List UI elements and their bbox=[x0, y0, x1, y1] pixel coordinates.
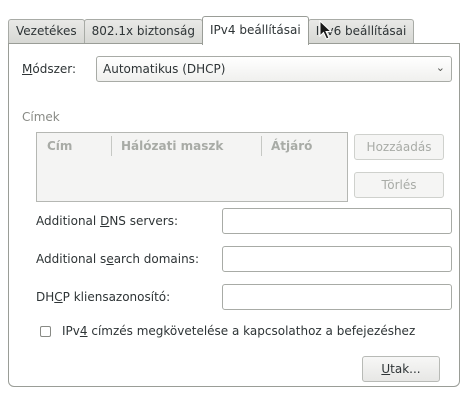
require-ipv4-label[interactable]: IPv4 címzés megkövetelése a kapcsolathoz… bbox=[62, 324, 415, 338]
search-domains-input[interactable] bbox=[222, 246, 452, 272]
method-combobox[interactable]: Automatikus (DHCP) ⌄ bbox=[96, 56, 452, 82]
tab-wired[interactable]: Vezetékes bbox=[8, 19, 85, 44]
column-gateway[interactable]: Átjáró bbox=[271, 139, 312, 153]
require-ipv4-checkbox[interactable] bbox=[40, 326, 51, 337]
column-netmask[interactable]: Hálózati maszk bbox=[121, 139, 223, 153]
dns-servers-input[interactable] bbox=[222, 208, 452, 234]
mouse-pointer-icon bbox=[319, 20, 333, 40]
routes-button[interactable]: Utak... bbox=[362, 356, 440, 382]
tab-8021x-security[interactable]: 802.1x biztonság bbox=[83, 19, 203, 44]
dns-servers-label: Additional DNS servers: bbox=[36, 214, 179, 228]
search-domains-label: Additional search domains: bbox=[36, 252, 199, 266]
tab-bar: Vezetékes 802.1x biztonság IPv4 beállítá… bbox=[8, 16, 415, 45]
delete-address-button[interactable]: Törlés bbox=[354, 172, 444, 198]
addresses-section-title: Címek bbox=[22, 110, 60, 124]
add-address-button[interactable]: Hozzáadás bbox=[354, 134, 444, 160]
method-value: Automatikus (DHCP) bbox=[103, 62, 226, 76]
dhcp-client-id-input[interactable] bbox=[222, 284, 452, 310]
tab-ipv4-settings[interactable]: IPv4 beállításai bbox=[202, 16, 309, 45]
column-address[interactable]: Cím bbox=[47, 139, 72, 153]
method-label: Módszer: bbox=[22, 62, 77, 76]
addresses-table-header: Cím Hálózati maszk Átjáró bbox=[37, 133, 347, 159]
addresses-table[interactable]: Cím Hálózati maszk Átjáró bbox=[36, 132, 348, 202]
chevron-down-icon: ⌄ bbox=[435, 61, 445, 74]
dhcp-client-id-label: DHCP kliensazonosító: bbox=[36, 290, 171, 304]
